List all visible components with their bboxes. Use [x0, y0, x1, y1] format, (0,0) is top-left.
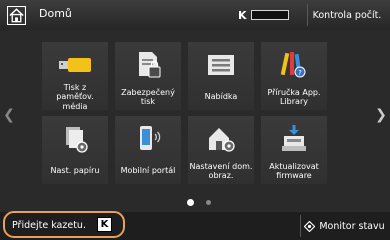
tile-print-from-memory[interactable]: Tisk z paměťov. média [42, 42, 108, 111]
chevron-left-icon[interactable]: ❮ [2, 105, 16, 125]
app-library-books-icon: ? [280, 52, 306, 78]
status-monitor-label: Monitor stavu [319, 220, 385, 232]
status-monitor-button[interactable]: Monitor stavu [300, 215, 388, 237]
tile-secure-print[interactable]: Zabezpečený tisk [115, 42, 181, 110]
tile-label: Nabídka [204, 92, 238, 102]
printer-home-screen: Domů K Kontrola počít. ❮ ❯ Tisk z paměťo… [0, 0, 390, 240]
svg-text:?: ? [298, 69, 302, 77]
tile-menu[interactable]: Nabídka [188, 42, 254, 110]
firmware-update-icon [282, 125, 306, 151]
tile-label: Nast. papíru [50, 166, 100, 176]
home-icon [6, 5, 26, 25]
tile-paper-settings[interactable]: Nast. papíru [42, 116, 108, 184]
paper-settings-icon [66, 127, 88, 153]
tile-label: Nastavení dom. obraz. [189, 161, 253, 181]
tile-label: Příručka App. Library [267, 87, 321, 107]
usb-drive-icon [59, 58, 91, 72]
home-settings-icon [209, 128, 235, 152]
tile-mobile-portal[interactable]: Mobilní portál [115, 116, 181, 184]
top-bar: Domů K Kontrola počít. [0, 0, 390, 30]
tile-update-firmware[interactable]: Aktualizovat firmware [261, 116, 327, 184]
status-check-button[interactable]: Kontrola počít. [307, 4, 386, 26]
chevron-right-icon[interactable]: ❯ [374, 105, 388, 125]
page-indicator-active [187, 199, 194, 206]
toner-indicator: K [238, 8, 289, 22]
tile-app-library-guide[interactable]: ? Příručka App. Library [261, 42, 327, 110]
mobile-phone-icon [140, 126, 161, 150]
page-indicator-inactive[interactable] [206, 200, 211, 205]
tile-label: Mobilní portál [120, 166, 176, 176]
status-message-highlight [3, 211, 125, 238]
secure-document-icon [139, 52, 161, 78]
tile-home-screen-settings[interactable]: Nastavení dom. obraz. [188, 116, 254, 184]
toner-level-bar [250, 10, 289, 20]
tile-label: Tisk z paměťov. média [56, 82, 94, 111]
toner-letter: K [238, 8, 247, 22]
status-monitor-icon [304, 220, 316, 232]
menu-list-icon [208, 55, 234, 75]
tile-label: Zabezpečený tisk [121, 87, 175, 107]
tile-label: Aktualizovat firmware [269, 161, 319, 181]
page-title: Domů [39, 7, 72, 20]
home-button[interactable] [4, 3, 28, 27]
